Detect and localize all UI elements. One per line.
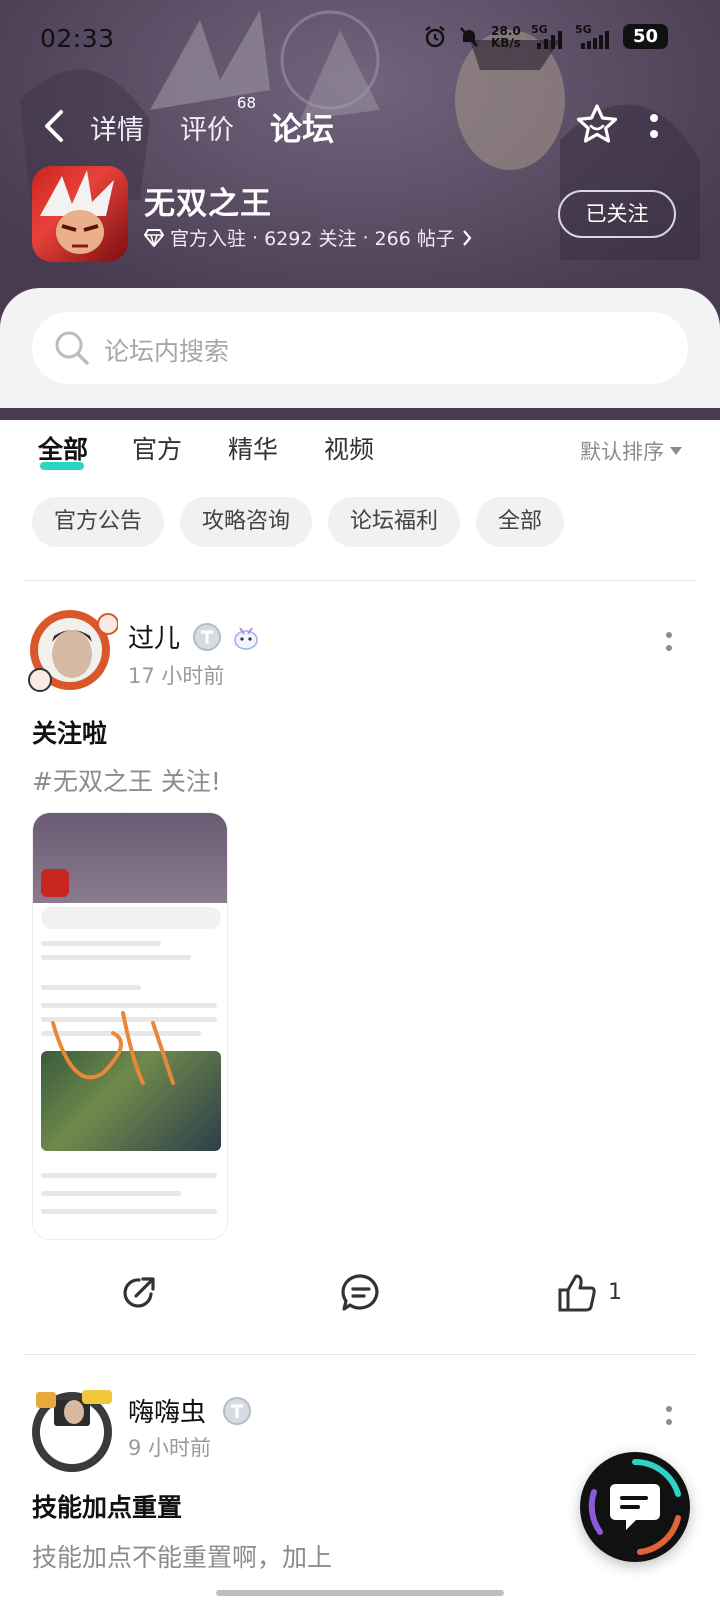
tab-details[interactable]: 详情 (90, 108, 144, 147)
home-indicator[interactable] (216, 1590, 504, 1596)
search-input[interactable]: 论坛内搜索 (32, 312, 688, 384)
post-image-line (41, 1173, 217, 1178)
post-image-line (41, 1209, 217, 1214)
search-section: 论坛内搜索 (0, 288, 720, 408)
diamond-icon (144, 228, 164, 247)
sort-dropdown[interactable]: 默认排序 (580, 436, 682, 466)
post-image[interactable] (32, 812, 228, 1240)
net-speed: 28.0 KB/s (490, 23, 521, 50)
status-time: 02:33 (40, 24, 115, 53)
chip-announcements[interactable]: 官方公告 (32, 497, 165, 547)
reviews-count-badge: 68 (236, 94, 256, 112)
chip-all[interactable]: 全部 (476, 497, 565, 547)
post-image-line (41, 1191, 181, 1196)
avatar-art (32, 1390, 112, 1472)
post-time: 17 小时前 (128, 664, 225, 688)
filter-tab-video[interactable]: 视频 (324, 430, 374, 466)
filter-tabs: 全部 官方 精华 视频 默认排序 (0, 408, 720, 488)
post-actions: 1 (0, 1268, 720, 1328)
post-body[interactable]: 技能加点不能重置啊，加上 (32, 1538, 332, 1574)
tab-forum[interactable]: 论坛 (270, 104, 334, 158)
thumbs-up-icon[interactable] (556, 1272, 598, 1314)
post-more-icon[interactable] (664, 630, 674, 654)
avatar[interactable] (26, 1382, 118, 1474)
filter-tab-all[interactable]: 全部 (38, 430, 88, 470)
game-meta[interactable]: 官方入驻 · 6292 关注 · 266 帖子 (144, 224, 473, 251)
level-badge-icon (193, 623, 221, 651)
post-title[interactable]: 关注啦 (32, 714, 107, 750)
username[interactable]: 过儿 (128, 618, 180, 655)
meta-separator: · (252, 226, 259, 249)
game-icon[interactable] (32, 166, 128, 262)
caret-down-icon (670, 447, 682, 455)
game-name: 无双之王 (144, 186, 272, 222)
search-icon (55, 331, 89, 365)
followers-count: 6292 关注 (264, 228, 357, 250)
posts-count: 266 帖子 (374, 228, 455, 250)
post-title[interactable]: 技能加点重置 (32, 1488, 182, 1524)
like-count: 1 (608, 1280, 622, 1305)
sort-label: 默认排序 (580, 440, 664, 464)
chat-bubble-icon (588, 1459, 681, 1555)
game-info: 无双之王 官方入驻 · 6292 关注 · 266 帖子 已关注 (32, 166, 692, 266)
chevron-right-icon (462, 229, 472, 246)
post-image-search (41, 907, 221, 929)
tab-reviews[interactable]: 评价 68 (180, 94, 256, 147)
signal-1: 5G (531, 23, 565, 49)
level-badge-icon (223, 1397, 251, 1425)
status-bar: 02:33 28.0 KB/s 5G 5G 50 (0, 18, 720, 62)
favorite-star-icon[interactable] (574, 102, 620, 148)
alarm-icon (425, 25, 445, 47)
follow-button[interactable]: 已关注 (558, 190, 676, 238)
post-image-line (41, 985, 141, 990)
game-icon-art (40, 170, 114, 254)
post-time: 9 小时前 (128, 1436, 212, 1460)
meta-separator: · (362, 226, 369, 249)
filter-tab-official[interactable]: 官方 (132, 430, 182, 466)
battery-indicator: 50 (622, 24, 668, 49)
username[interactable]: 嗨嗨虫 (128, 1392, 206, 1429)
unicorn-badge-icon (234, 627, 258, 650)
signal-icon (536, 30, 562, 49)
post-image-line (41, 941, 161, 946)
mute-bell-icon (460, 26, 478, 47)
status-icons: 28.0 KB/s 5G 5G 50 (423, 23, 668, 50)
official-label: 官方入驻 (170, 228, 247, 250)
avatar-art (28, 610, 119, 692)
chip-welfare[interactable]: 论坛福利 (328, 497, 461, 547)
share-icon[interactable] (118, 1272, 160, 1314)
post-more-icon[interactable] (664, 1404, 674, 1428)
category-chips: 官方公告 攻略咨询 论坛福利 全部 (32, 497, 565, 547)
divider (24, 1354, 696, 1355)
post-image-scribble (51, 1011, 175, 1085)
post-image-game-icon (41, 869, 69, 897)
comment-icon[interactable] (340, 1272, 382, 1314)
divider (24, 580, 696, 581)
more-options-icon[interactable] (648, 112, 660, 142)
compose-post-button[interactable] (580, 1452, 690, 1562)
filter-tab-featured[interactable]: 精华 (228, 430, 278, 466)
post-body[interactable]: #无双之王 关注! (32, 762, 221, 798)
chip-guides[interactable]: 攻略咨询 (180, 497, 313, 547)
top-nav: 详情 评价 68 论坛 (0, 94, 720, 160)
signal-icon (580, 30, 609, 49)
search-placeholder: 论坛内搜索 (104, 337, 230, 366)
active-tab-indicator (270, 150, 315, 158)
post-image-line (41, 955, 191, 960)
avatar[interactable] (26, 602, 119, 694)
signal-2: 5G (575, 23, 613, 49)
back-arrow-icon[interactable] (36, 106, 76, 146)
